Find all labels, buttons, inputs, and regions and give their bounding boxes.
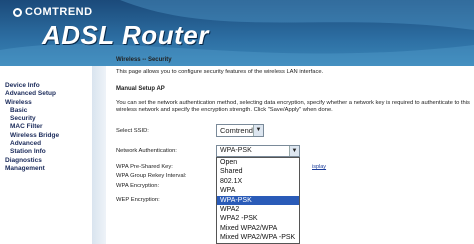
auth-select[interactable]: WPA-PSK ▼ <box>216 145 300 157</box>
sidebar-separator <box>92 66 106 244</box>
chevron-down-icon[interactable]: ▼ <box>253 125 263 136</box>
rekey-label: WPA Group Rekey Interval: <box>116 173 187 179</box>
sidebar-item-advanced-setup[interactable]: Advanced Setup <box>0 90 92 98</box>
sidebar-item-diagnostics[interactable]: Diagnostics <box>0 157 92 165</box>
auth-option-selected[interactable]: WPA-PSK <box>217 195 299 205</box>
wpa-encryption-label: WPA Encryption: <box>116 183 160 189</box>
product-name: ADSL Router <box>42 20 209 50</box>
auth-dropdown-list: Open Shared 802.1X WPA WPA-PSK WPA2 WPA2… <box>216 157 300 244</box>
description-text: You can set the network authentication m… <box>116 100 470 113</box>
sidebar-item-wireless-bridge[interactable]: Wireless Bridge <box>0 132 92 140</box>
display-link[interactable]: isplay <box>312 164 326 170</box>
auth-option[interactable]: 802.1X <box>217 177 299 186</box>
auth-option[interactable]: Open <box>217 158 299 167</box>
sidebar-item-wireless[interactable]: Wireless <box>0 99 92 107</box>
brand-name: COMTREND <box>25 6 93 18</box>
auth-option[interactable]: Shared <box>217 167 299 176</box>
ssid-select[interactable]: Comtrend ▼ <box>216 124 264 137</box>
sidebar-item-advanced[interactable]: Advanced <box>0 140 92 148</box>
sidebar-item-management[interactable]: Management <box>0 165 92 173</box>
auth-option[interactable]: WPA <box>217 186 299 195</box>
psk-label: WPA Pre-Shared Key: <box>116 164 173 170</box>
sidebar-item-mac-filter[interactable]: MAC Filter <box>0 123 92 131</box>
auth-option[interactable]: WPA2 <box>217 205 299 214</box>
ssid-label: Select SSID: <box>116 128 149 134</box>
sidebar-item-basic[interactable]: Basic <box>0 107 92 115</box>
header-banner: COMTREND ADSL Router <box>0 0 474 66</box>
auth-option[interactable]: WPA2 -PSK <box>217 214 299 223</box>
brand-logo: COMTREND <box>13 6 93 18</box>
sidebar-item-security[interactable]: Security <box>0 115 92 123</box>
sidebar-item-station-info[interactable]: Station Info <box>0 148 92 156</box>
wep-encryption-label: WEP Encryption: <box>116 197 160 203</box>
auth-option[interactable]: Mixed WPA2/WPA -PSK <box>217 233 299 242</box>
auth-value: WPA-PSK <box>220 147 252 154</box>
chevron-down-icon[interactable]: ▼ <box>289 146 299 156</box>
auth-label: Network Authentication: <box>116 148 177 154</box>
intro-text: This page allows you to configure securi… <box>116 69 324 75</box>
logo-icon <box>13 8 22 17</box>
page-title: Wireless -- Security <box>116 57 172 63</box>
section-heading: Manual Setup AP <box>116 86 165 92</box>
auth-option[interactable]: Mixed WPA2/WPA <box>217 224 299 233</box>
sidebar-nav: Device Info Advanced Setup Wireless Basi… <box>0 66 92 244</box>
ssid-value: Comtrend <box>220 126 253 135</box>
sidebar-item-device-info[interactable]: Device Info <box>0 82 92 90</box>
